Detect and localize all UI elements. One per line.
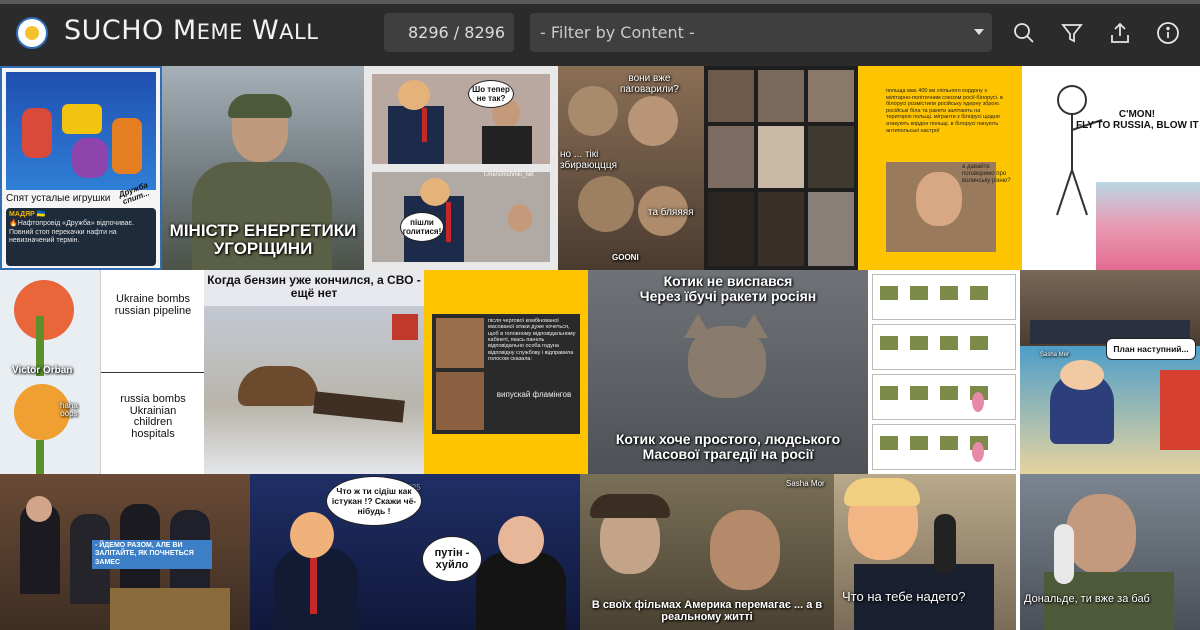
sasha-mer-label: Sasha Mer	[1040, 352, 1070, 358]
meme-grid: Спят усталые игрушки Дружба спит... МАДЯ…	[0, 66, 1200, 630]
meme-tile[interactable]: МІНІСТР ЕНЕРГЕТИКИ УГОРЩИНИ	[162, 66, 364, 270]
search-icon[interactable]	[1012, 21, 1036, 45]
meme-tile[interactable]: ALASKA 2025 Что ж ти сідіш как істукан !…	[250, 474, 580, 630]
trump-bubble-1: Шо тепер не так?	[468, 80, 514, 108]
filter-icon[interactable]	[1060, 21, 1084, 45]
meme-tile[interactable]: вони вже паговарили? но ... тікі збираюц…	[558, 66, 704, 270]
phone-right-caption: Дональде, ти вже за баб	[1024, 593, 1150, 605]
monkey-caption-1: вони вже паговарили?	[620, 73, 679, 95]
russia-bombs-text: russia bombs Ukrainian children hospital…	[120, 393, 186, 440]
info-icon[interactable]	[1156, 21, 1180, 45]
poland-text: польща має 400 км спільного кордону з мі…	[886, 88, 1003, 134]
meme-tile[interactable]: після чергової комбінованої масованої ат…	[424, 270, 588, 474]
meme-tile[interactable]: Ukraine bombs russian pipeline russia bo…	[100, 270, 204, 474]
soldier-caption: МІНІСТР ЕНЕРГЕТИКИ УГОРЩИНИ	[169, 221, 357, 258]
walking-source: Sasha Mor	[786, 479, 825, 488]
meme-tile[interactable]: C'MON! FLY TO RUSSIA, BLOW IT UP.....	[1022, 66, 1200, 270]
gooni-logo: GOONI	[612, 253, 639, 262]
share-icon[interactable]	[1108, 21, 1132, 45]
meme-tile[interactable]: Что на тебе надето? Дональде, ти вже за …	[834, 474, 1200, 630]
walking-caption: В своїх фільмах Америка перемагає ... а …	[591, 599, 823, 623]
phone-left-caption: Что на тебе надето?	[842, 589, 966, 604]
meeting-caption: - ЙДЕМО РАЗОМ, АЛЕ ВИ ЗАЛІТАЙТЕ, ЯК ПОЧН…	[92, 540, 212, 570]
flamingo-text: після чергової комбінованої масованої ат…	[488, 318, 576, 362]
app-title: SUCHO MEME WALL	[64, 15, 319, 46]
haha-oops-label: haha oops	[60, 401, 78, 419]
meme-tile[interactable]: - ЙДЕМО РАЗОМ, АЛЕ ВИ ЗАЛІТАЙТЕ, ЯК ПОЧН…	[0, 474, 250, 630]
victor-orban-label: Victor Orban	[12, 365, 73, 376]
filter-placeholder: - Filter by Content -	[540, 23, 695, 42]
result-counter: 8296 / 8296	[384, 13, 514, 52]
trump-bubble-2: пішли голитися!	[400, 212, 444, 242]
cat-top-caption: Котик не виспався Через їбучі ракети рос…	[639, 273, 817, 304]
plan-bubble: План наступний...	[1106, 338, 1196, 360]
content-filter-select[interactable]: - Filter by Content -	[530, 13, 992, 52]
madyar-header: МАДЯР 🇺🇦	[9, 211, 46, 218]
flamingo-answer: випускай фламінгов	[496, 390, 572, 399]
top-bar: SUCHO MEME WALL 8296 / 8296 - Filter by …	[0, 0, 1200, 66]
trump-source: t.me/smishniki_net	[484, 172, 534, 178]
meme-tile[interactable]: Когда бензин уже кончился, а СВО - ещё н…	[204, 270, 424, 474]
cmon-text: C'MON! FLY TO RUSSIA, BLOW IT UP.....	[1076, 109, 1199, 131]
meme-tile[interactable]	[868, 270, 1020, 474]
madyar-text: 🔥Нафтопровід «Дружба» відпочиває.	[9, 219, 135, 227]
alaska-bubble-1: Что ж ти сідіш как істукан !? Скажи чё-н…	[326, 476, 422, 526]
alaska-bubble-2: путін - хуйло	[422, 536, 482, 582]
chevron-down-icon	[974, 29, 984, 35]
petrol-caption: Когда бензин уже кончился, а СВО - ещё н…	[207, 273, 421, 300]
meme-tile[interactable]: Sasha Mor В своїх фільмах Америка перема…	[580, 474, 834, 630]
madyar-text-2: Повний стоп перекачки нафти на невизначе…	[9, 228, 117, 245]
poland-question: а давайте поговоримо про волинську різню…	[962, 164, 1011, 184]
cat-bottom-caption: Котик хоче простого, людського Масової т…	[615, 431, 841, 462]
meme-tile[interactable]: Victor Orban haha oops	[0, 270, 100, 474]
meme-tile[interactable]	[704, 66, 858, 270]
meme-tile[interactable]: польща має 400 км спільного кордону з мі…	[858, 66, 1022, 270]
meme-tile[interactable]: Шо тепер не так? пішли голитися! t.me/sm…	[364, 66, 558, 270]
monkey-caption-3: та бляяяя	[648, 207, 694, 218]
meme-tile[interactable]: Котик не виспався Через їбучі ракети рос…	[588, 270, 868, 474]
sucho-logo[interactable]	[16, 17, 48, 49]
ukraine-bombs-text: Ukraine bombs russian pipeline	[114, 293, 192, 317]
meme-tile[interactable]: Спят усталые игрушки Дружба спит... МАДЯ…	[0, 66, 162, 270]
toys-caption: Спят усталые игрушки	[6, 193, 111, 204]
monkey-caption-2: но ... тікі збираюццця	[560, 149, 618, 171]
meme-tile[interactable]: План наступний... Sasha Mer	[1020, 270, 1200, 474]
